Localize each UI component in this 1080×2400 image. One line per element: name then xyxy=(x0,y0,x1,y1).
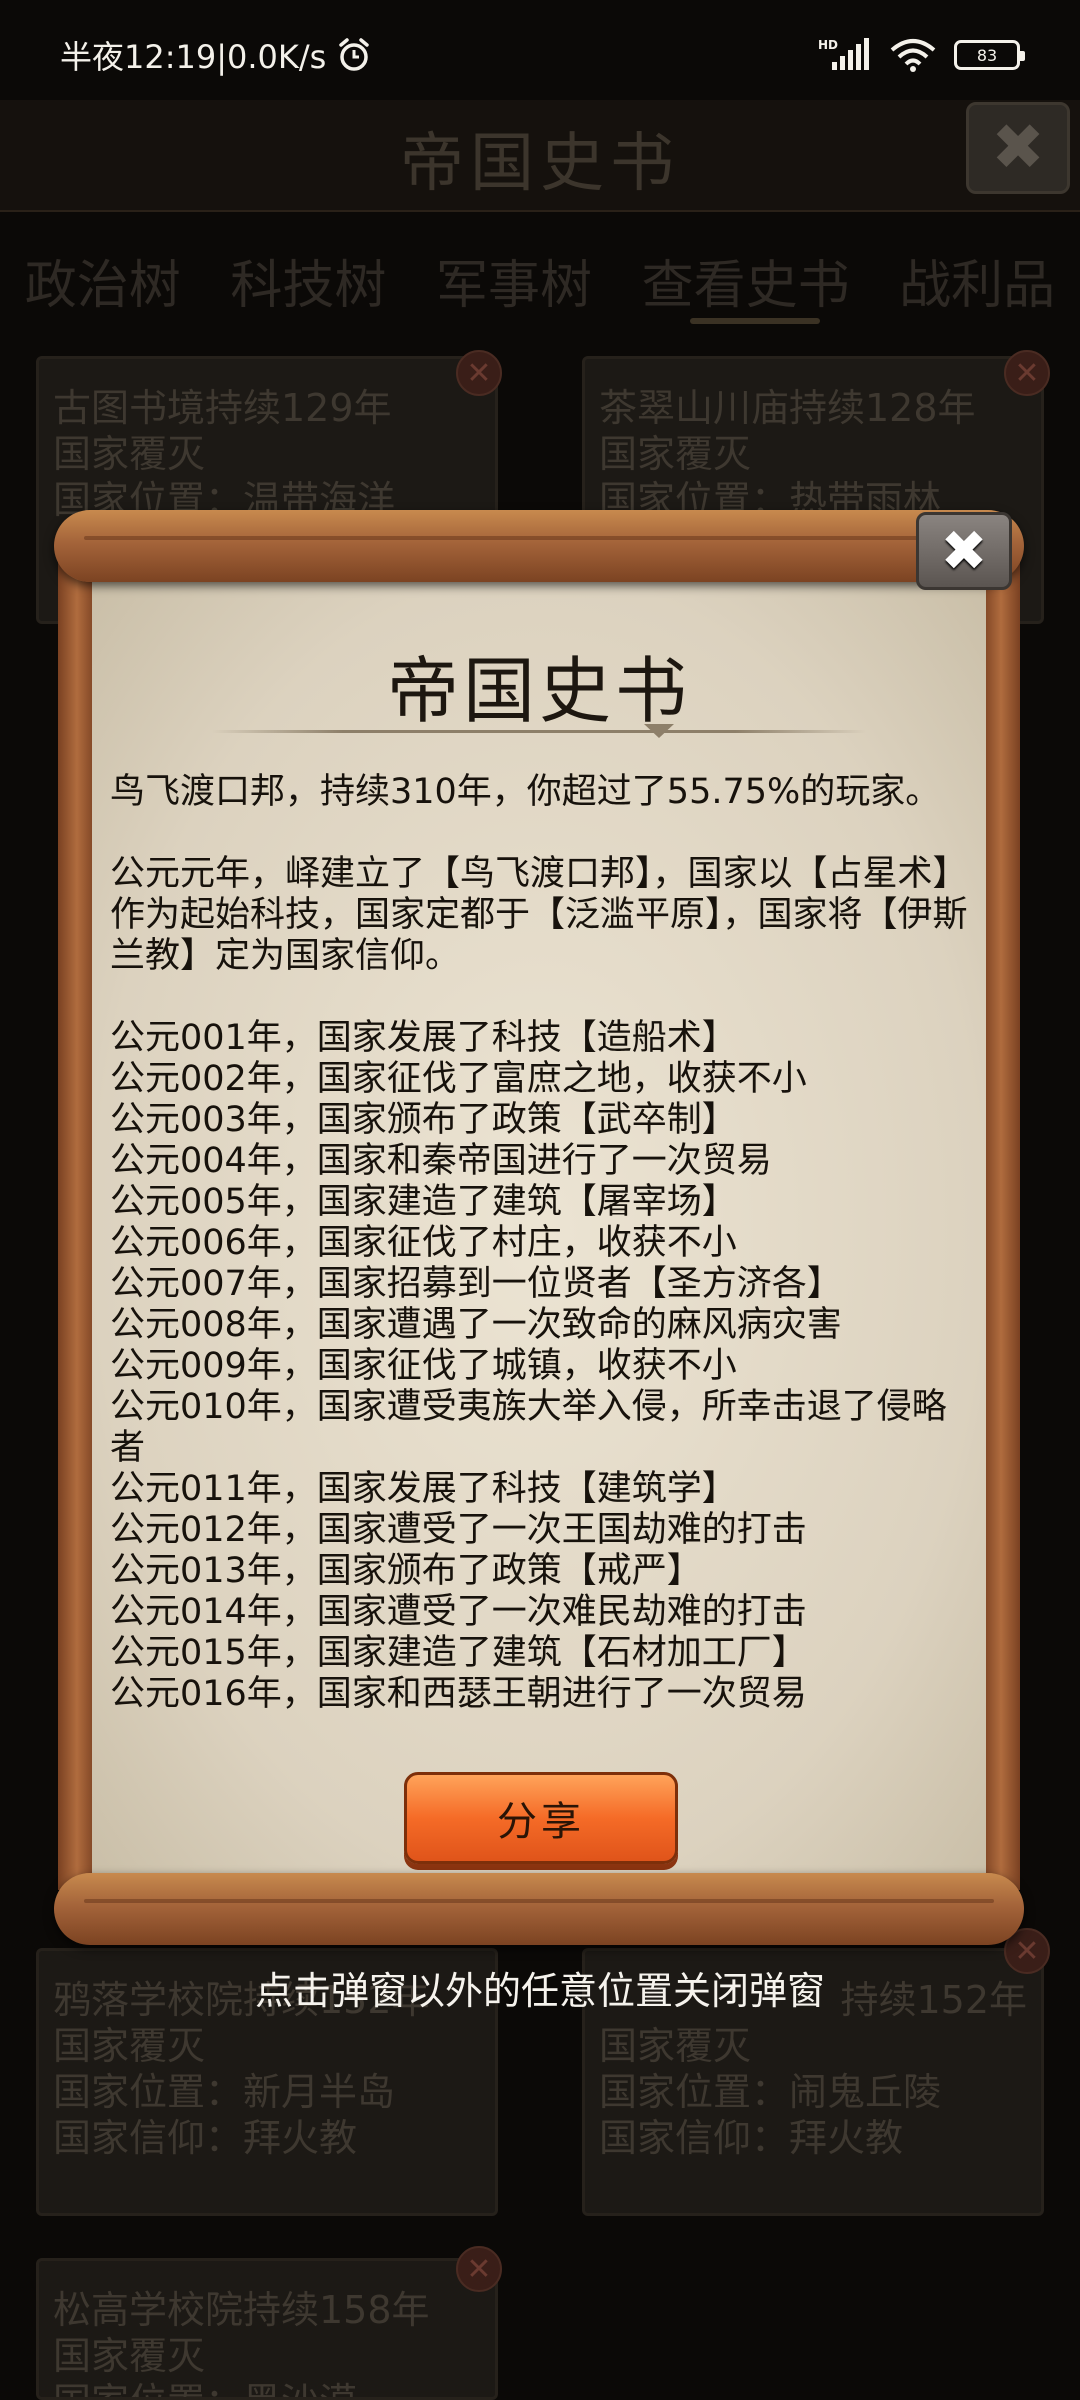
signal-icon: HD xyxy=(818,38,872,72)
card-close-icon: ✕ xyxy=(1004,350,1050,396)
parchment-panel: 帝国史书 鸟飞渡口邦，持续310年，你超过了55.75%的玩家。 公元元年，峄建… xyxy=(92,572,986,1890)
tab-spoils: 战利品 xyxy=(899,255,1056,316)
close-button[interactable]: ✖ xyxy=(916,512,1012,590)
status-right: HD 83 xyxy=(818,38,1025,72)
history-event: 公元015年，国家建造了建筑【石材加工厂】 xyxy=(110,1633,807,1673)
battery-icon: 83 xyxy=(954,40,1025,70)
history-dialog: 帝国史书 鸟飞渡口邦，持续310年，你超过了55.75%的玩家。 公元元年，峄建… xyxy=(54,510,1024,1945)
card-line: 茶翠山川庙持续128年 xyxy=(599,386,976,430)
tab-politics: 政治树 xyxy=(24,255,181,316)
svg-text:HD: HD xyxy=(818,38,838,52)
card-line: 国家覆灭 xyxy=(53,2334,206,2378)
status-time: 半夜12:19|0.0K/s xyxy=(60,38,327,76)
card-line: 国家信仰：拜火教 xyxy=(53,2116,358,2160)
card-line: 国家覆灭 xyxy=(53,432,206,476)
scroll-rod-bottom xyxy=(54,1873,1024,1945)
history-event: 公元012年，国家遭受了一次王国劫难的打击 xyxy=(110,1510,807,1550)
history-text-scroll[interactable]: 鸟飞渡口邦，持续310年，你超过了55.75%的玩家。 公元元年，峄建立了【鸟飞… xyxy=(110,772,970,1730)
history-event: 公元013年，国家颁布了政策【戒严】 xyxy=(110,1551,702,1591)
background-title: 帝国史书 xyxy=(400,127,680,201)
background-close-icon: ✖ xyxy=(966,102,1070,194)
history-event: 公元007年，国家招募到一位贤者【圣方济各】 xyxy=(110,1264,842,1304)
status-bar: 半夜12:19|0.0K/s HD 83 xyxy=(0,0,1080,110)
history-summary: 鸟飞渡口邦，持续310年，你超过了55.75%的玩家。 xyxy=(110,772,941,812)
history-event: 公元009年，国家征伐了城镇，收获不小 xyxy=(110,1346,737,1386)
scroll-side-right xyxy=(982,560,1020,1890)
card-line: 古图书境持续129年 xyxy=(53,386,392,430)
card-line: 国家位置：黑沙漠 xyxy=(53,2379,481,2397)
tab-history: 查看史书 xyxy=(641,255,850,316)
card-line: 国家覆灭 xyxy=(53,2024,206,2068)
history-event: 公元001年，国家发展了科技【造船术】 xyxy=(110,1018,737,1058)
history-event: 公元005年，国家建造了建筑【屠宰场】 xyxy=(110,1182,737,1222)
alarm-icon xyxy=(336,37,372,73)
history-event: 公元003年，国家颁布了政策【武卒制】 xyxy=(110,1100,737,1140)
title-divider xyxy=(212,722,866,740)
card-line: 国家覆灭 xyxy=(599,2024,752,2068)
history-event: 公元016年，国家和西瑟王朝进行了一次贸易 xyxy=(110,1674,807,1714)
history-event: 公元010年，国家遭受夷族大举入侵，所幸击退了侵略者 xyxy=(110,1387,947,1468)
card-line: 国家位置：闹鬼丘陵 xyxy=(599,2070,942,2114)
card-close-icon: ✕ xyxy=(456,350,502,396)
scroll-side-left xyxy=(58,560,96,1890)
history-event: 公元006年，国家征伐了村庄，收获不小 xyxy=(110,1223,737,1263)
history-event: 公元014年，国家遭受了一次难民劫难的打击 xyxy=(110,1592,807,1632)
history-card: 松高学校院持续158年 国家覆灭 国家位置：黑沙漠 xyxy=(36,2258,498,2400)
close-icon: ✖ xyxy=(940,518,988,584)
tab-indicator xyxy=(690,318,820,324)
card-line: 国家信仰：拜火教 xyxy=(599,2116,904,2160)
battery-level: 83 xyxy=(976,45,998,65)
wifi-icon xyxy=(890,38,936,72)
history-event: 公元008年，国家遭遇了一次致命的麻风病灾害 xyxy=(110,1305,842,1345)
history-event: 公元002年，国家征伐了富庶之地，收获不小 xyxy=(110,1059,807,1099)
history-event: 公元004年，国家和秦帝国进行了一次贸易 xyxy=(110,1141,772,1181)
card-line: 国家位置：新月半岛 xyxy=(53,2070,396,2114)
tab-technology: 科技树 xyxy=(230,255,387,316)
history-founding: 公元元年，峄建立了【鸟飞渡口邦】，国家以【占星术】作为起始科技，国家定都于【泛滥… xyxy=(110,854,968,976)
share-button[interactable]: 分享 xyxy=(404,1772,678,1864)
card-line: 松高学校院持续158年 xyxy=(53,2288,430,2332)
background-tab-bar: 政治树 科技树 军事树 查看史书 战利品 xyxy=(0,225,1080,335)
card-close-icon: ✕ xyxy=(456,2246,502,2292)
history-event: 公元011年，国家发展了科技【建筑学】 xyxy=(110,1469,737,1509)
tab-military: 军事树 xyxy=(435,255,592,316)
scroll-rod-top xyxy=(54,510,1024,582)
dismiss-hint: 点击弹窗以外的任意位置关闭弹窗 xyxy=(254,1969,825,2013)
status-left: 半夜12:19|0.0K/s xyxy=(60,32,372,78)
card-line: 国家覆灭 xyxy=(599,432,752,476)
